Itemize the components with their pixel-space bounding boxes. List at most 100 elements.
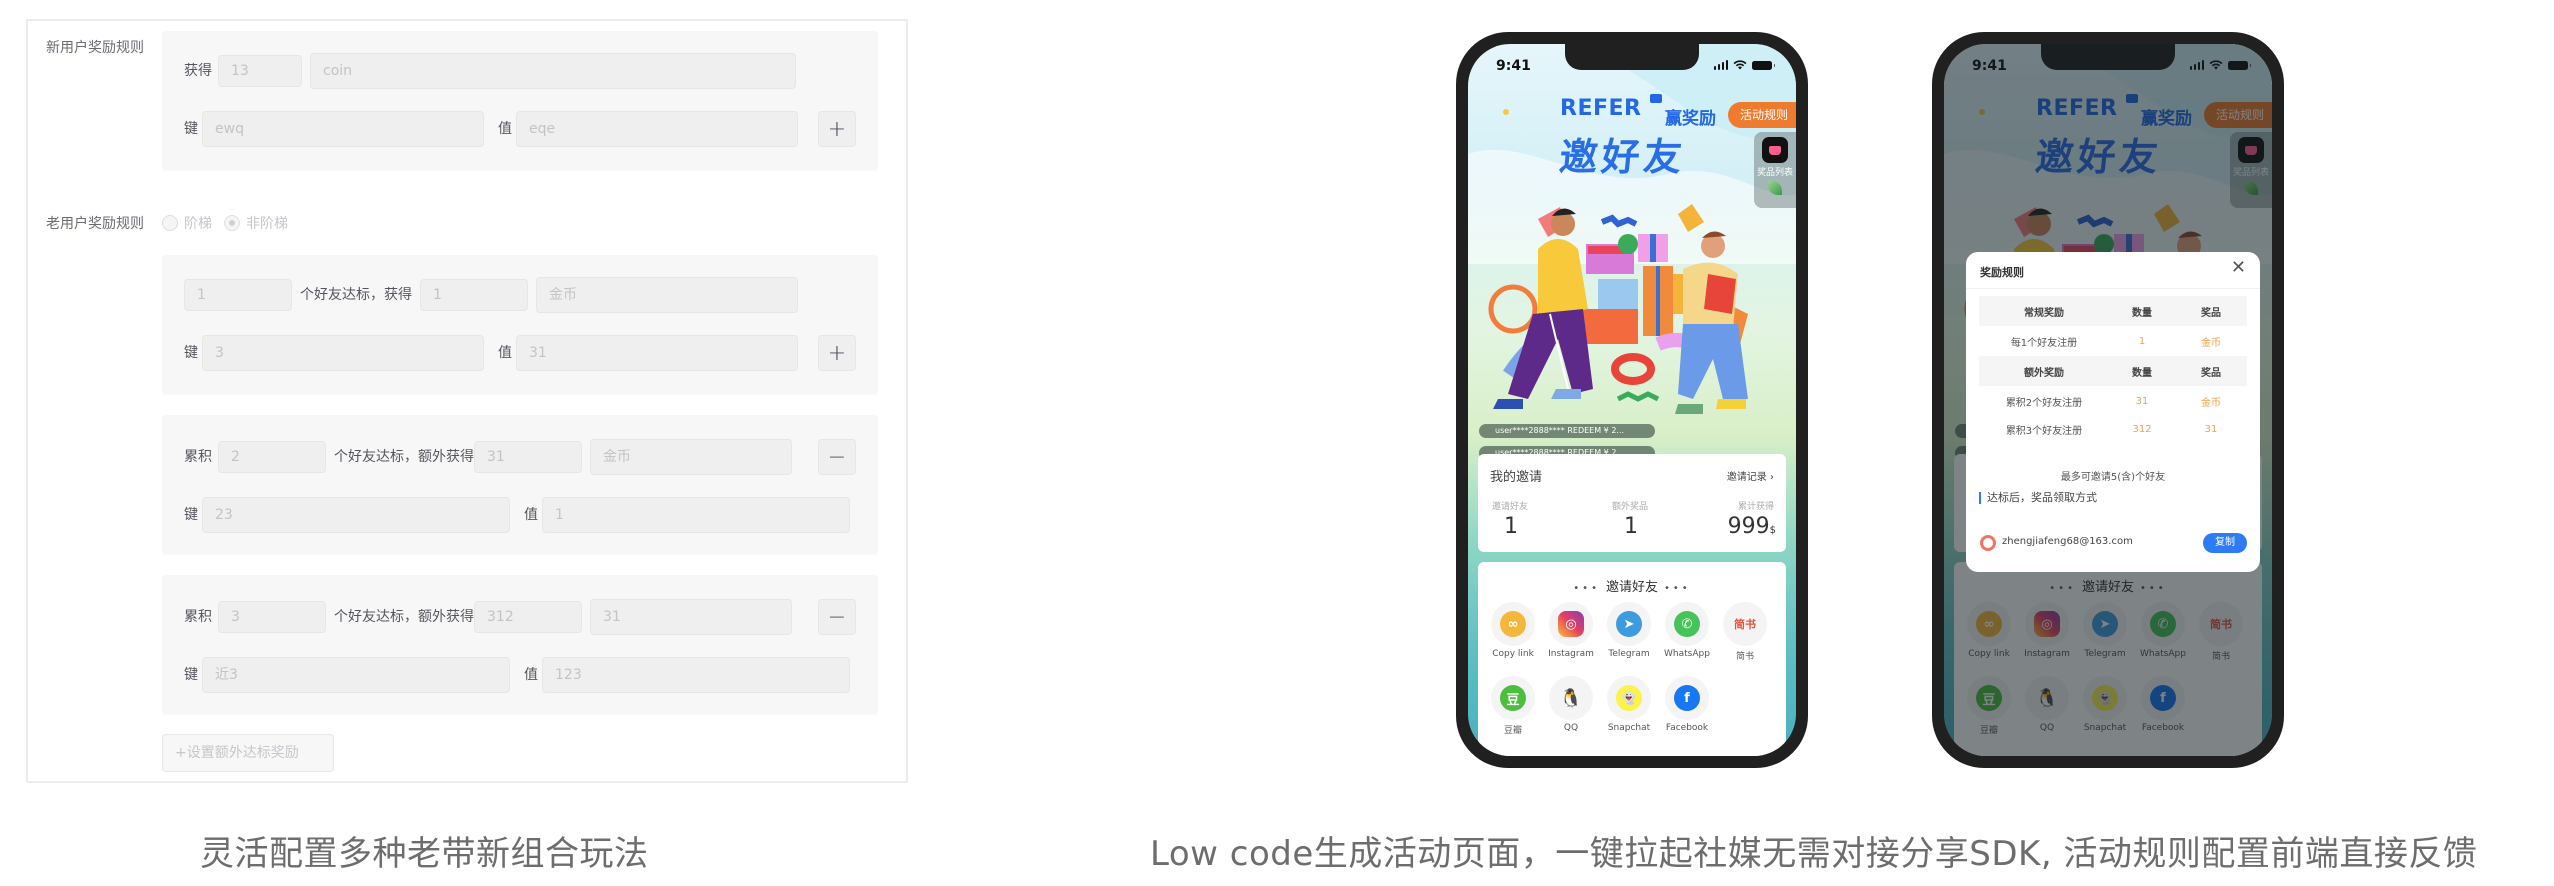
extra-mid-text: 个好友达标，额外获得 (334, 449, 474, 465)
radio-non-tiered[interactable]: 非阶梯 (224, 213, 288, 233)
chevron-right-icon: › (1770, 472, 1774, 483)
base-value-input[interactable]: 31 (516, 335, 798, 371)
share-option[interactable]: 👻 Snapchat (1606, 676, 1652, 733)
extra-reward-input[interactable]: 31 (590, 599, 792, 635)
share-option[interactable]: 🐧 QQ (1548, 676, 1594, 733)
caption-right: Low code生成活动页面，一键拉起社媒无需对接分享SDK, 活动规则配置前端… (1150, 834, 2478, 874)
key-label: 键 (184, 121, 198, 137)
share-option-circle[interactable]: ∞ (1491, 602, 1535, 646)
extra-rule-card: 累积 2 个好友达标，额外获得 31 金币 − 键 23 值 1 (162, 415, 878, 555)
share-option-circle[interactable]: ➤ (1607, 602, 1651, 646)
whatsapp-icon: ✆ (1674, 611, 1700, 637)
share-option[interactable]: 简书简书 (1722, 602, 1768, 662)
share-option-circle[interactable]: 👻 (1607, 676, 1651, 720)
modal-divider (1966, 288, 2260, 289)
remove-rule-button[interactable]: − (818, 439, 856, 475)
new-user-reward-input[interactable]: coin (310, 53, 796, 89)
share-option-label: 豆瓣 (1503, 726, 1522, 736)
status-time: 9:41 (1496, 58, 1531, 74)
extra-reward-input[interactable]: 金币 (590, 439, 792, 475)
rules-cell-prize: 金币 (2201, 337, 2221, 349)
plus-icon: + (827, 340, 847, 366)
close-icon[interactable]: ✕ (2231, 259, 2246, 277)
hero-refer-text: REFER (1560, 96, 1642, 121)
radio-circle-selected[interactable] (224, 215, 240, 231)
rules-cell-condition: 累积2个好友注册 (2005, 397, 2083, 409)
status-icons (1713, 60, 1775, 70)
rules-cell-condition: 常规奖励 (2024, 307, 2064, 319)
base-rule-card: 1 个好友达标，获得 1 金币 键 3 值 31 + (162, 255, 878, 395)
rules-table-row: 累积3个好友注册 312 31 (1979, 414, 2247, 444)
new-user-amount-input[interactable]: 13 (218, 55, 302, 87)
extra-friends-input[interactable]: 3 (218, 601, 326, 633)
new-user-key-input[interactable]: ewq (202, 111, 484, 147)
share-option-circle[interactable]: 豆 (1491, 676, 1535, 720)
rules-cell-quantity: 数量 (2132, 307, 2152, 319)
new-user-rule-label: 新用户奖励规则 (46, 40, 144, 56)
reward-config-panel: 新用户奖励规则 获得 13 coin 键 ewq 值 eqe + 老用户奖励规则… (26, 19, 908, 783)
share-option-label: Instagram (1548, 649, 1594, 659)
radio-circle[interactable] (162, 215, 178, 231)
key-label: 键 (184, 667, 198, 683)
share-option-circle[interactable]: f (1665, 676, 1709, 720)
extra-amount-input[interactable]: 31 (474, 441, 582, 473)
caption-left: 灵活配置多种老带新组合玩法 (200, 834, 649, 874)
add-kv-button[interactable]: + (818, 111, 856, 147)
activity-rules-button[interactable]: 活动规则 (1727, 102, 1796, 128)
share-option[interactable]: ✆ WhatsApp (1664, 602, 1710, 659)
share-option-circle[interactable]: ✆ (1665, 602, 1709, 646)
share-option[interactable]: ∞ Copy link (1490, 602, 1536, 659)
base-amount-input[interactable]: 1 (420, 279, 528, 311)
invite-friends-title: •••邀请好友••• (1573, 580, 1691, 595)
extra-amount-input[interactable]: 312 (474, 601, 582, 633)
new-user-rule-card: 获得 13 coin 键 ewq 值 eqe + (162, 31, 878, 171)
share-option-label: QQ (1563, 723, 1579, 733)
share-option[interactable]: 豆豆瓣 (1490, 676, 1536, 736)
signal-icon (1713, 60, 1728, 70)
phone-mockup-modal: 9:41 REFER 赢奖励 邀好友 活动规则 奖品列表 (1932, 32, 2284, 768)
share-option[interactable]: ➤ Telegram (1606, 602, 1652, 659)
plus-icon: + (827, 116, 847, 142)
rules-cell-condition: 每1个好友注册 (2010, 337, 2078, 349)
extra-key-input[interactable]: 近3 (202, 657, 510, 693)
rules-table-row: 每1个好友注册 1 金币 (1979, 326, 2247, 356)
share-option-circle[interactable]: ◎ (1549, 602, 1593, 646)
key-label: 键 (184, 345, 198, 361)
rules-cell-quantity: 312 (2132, 423, 2152, 435)
stat-value: 1 (1504, 514, 1518, 539)
copy-button[interactable]: 复制 (2203, 533, 2247, 553)
battery-icon (1752, 60, 1775, 70)
rules-table-row: 累积2个好友注册 31 金币 (1979, 386, 2247, 416)
rules-cell-prize: 金币 (2201, 397, 2221, 409)
extra-friends-input[interactable]: 2 (218, 441, 326, 473)
extra-value-input[interactable]: 1 (542, 497, 850, 533)
link-icon: ∞ (1500, 611, 1526, 637)
share-option-label: Telegram (1608, 649, 1650, 659)
radio-non-tiered-label: 非阶梯 (246, 216, 288, 232)
new-user-value-input[interactable]: eqe (516, 111, 798, 147)
redeem-ticker: user****2888**** REDEEM ¥ 2... (1479, 424, 1655, 438)
extra-value-input[interactable]: 123 (542, 657, 850, 693)
share-option[interactable]: ◎ Instagram (1548, 602, 1594, 659)
chat-bubble-icon (1650, 94, 1662, 103)
stat-label: 额外奖品 (1612, 502, 1649, 512)
invite-friends-card: •••邀请好友••• ∞ Copy link ◎ Instagram ➤ Telegram… (1478, 562, 1786, 756)
jianshu-icon: 简书 (1728, 611, 1762, 637)
base-key-input[interactable]: 3 (202, 335, 484, 371)
add-kv-button[interactable]: + (818, 335, 856, 371)
share-option-circle[interactable]: 简书 (1723, 602, 1767, 646)
instagram-icon: ◎ (1558, 611, 1584, 637)
invitation-record-link[interactable]: 邀请记录 › (1727, 468, 1774, 483)
extra-key-input[interactable]: 23 (202, 497, 510, 533)
base-friends-input[interactable]: 1 (184, 279, 292, 311)
radio-tiered[interactable]: 阶梯 (162, 213, 212, 233)
rules-cell-prize: 31 (2204, 423, 2218, 435)
my-invitation-card: 我的邀请 邀请记录 › 邀请好友 1 额外奖品 1 累计获得 999$ (1478, 454, 1786, 552)
remove-rule-button[interactable]: − (818, 599, 856, 635)
share-option-label: Snapchat (1607, 723, 1651, 733)
share-option[interactable]: f Facebook (1664, 676, 1710, 733)
hero-title: 邀好友 (1557, 135, 1688, 179)
add-extra-reward-button[interactable]: +设置额外达标奖励 (162, 734, 334, 772)
base-reward-input[interactable]: 金币 (536, 277, 798, 313)
share-option-circle[interactable]: 🐧 (1549, 676, 1593, 720)
